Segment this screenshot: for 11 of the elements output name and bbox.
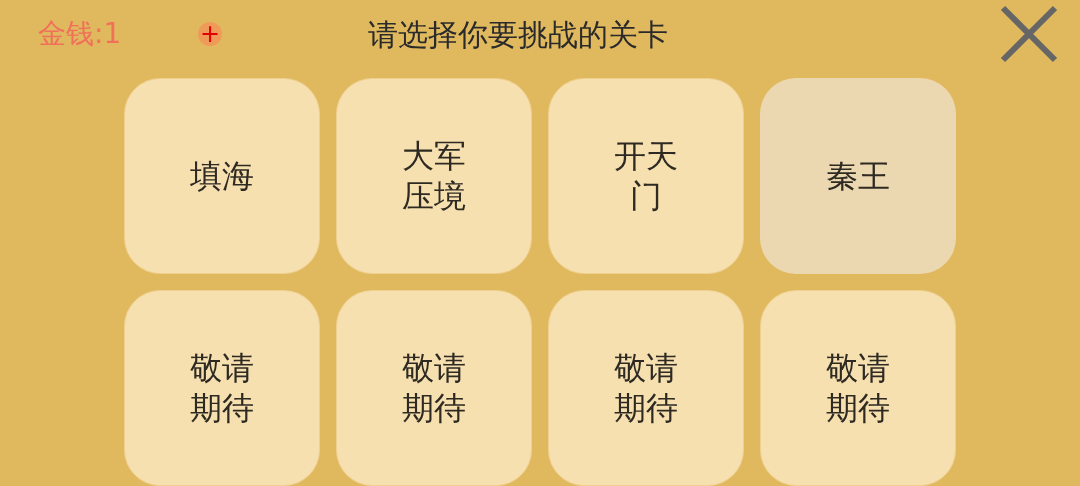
close-button[interactable] <box>998 3 1060 65</box>
level-tile[interactable]: 敬请期待 <box>760 290 956 486</box>
level-tile[interactable]: 填海 <box>124 78 320 274</box>
level-tile[interactable]: 开天门 <box>548 78 744 274</box>
level-tile[interactable]: 秦王 <box>760 78 956 274</box>
coin-counter: 金钱:1 <box>38 16 123 52</box>
level-tile[interactable]: 敬请期待 <box>124 290 320 486</box>
level-tile[interactable]: 敬请期待 <box>548 290 744 486</box>
level-tile[interactable]: 大军压境 <box>336 78 532 274</box>
page-title: 请选择你要挑战的关卡 <box>368 15 668 54</box>
level-tile[interactable]: 敬请期待 <box>336 290 532 486</box>
